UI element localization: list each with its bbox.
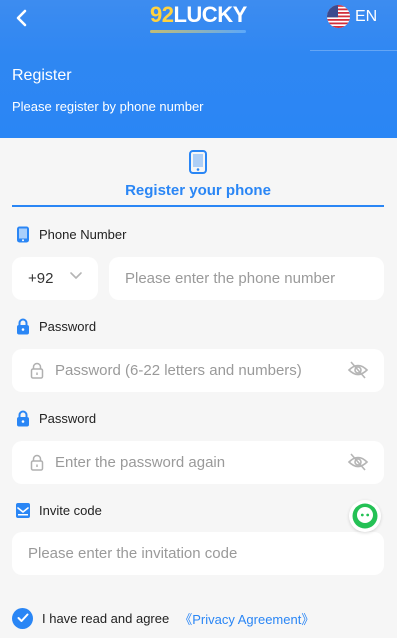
invite-code-input[interactable]: Please enter the invitation code <box>12 532 384 575</box>
phone-number-placeholder: Please enter the phone number <box>125 270 336 287</box>
chevron-down-icon <box>70 272 82 279</box>
confirm-password-placeholder: Enter the password again <box>55 454 226 471</box>
chat-button[interactable] <box>349 500 381 532</box>
logo-underline <box>150 30 246 33</box>
phone-number-label-text: Phone Number <box>39 227 127 242</box>
country-code-value: +92 <box>28 270 54 287</box>
privacy-agreement-link[interactable]: 《Privacy Agreement》 <box>179 609 314 628</box>
confirm-password-label: Password <box>14 410 96 427</box>
back-button[interactable] <box>8 4 36 32</box>
language-selector[interactable]: EN <box>327 5 377 28</box>
logo: 92 LUCKY <box>150 2 247 28</box>
invite-code-label-text: Invite code <box>39 503 102 518</box>
tab-label: Register your phone <box>125 182 271 199</box>
invite-code-placeholder: Please enter the invitation code <box>28 545 238 562</box>
password-label-text: Password <box>39 319 97 334</box>
password-input[interactable]: Password (6-22 letters and numbers) <box>12 349 384 392</box>
eye-off-icon[interactable] <box>347 360 369 380</box>
lock-icon <box>30 454 44 471</box>
invite-icon <box>14 502 31 519</box>
language-label: EN <box>355 7 378 25</box>
page-title: Register <box>12 67 72 84</box>
password-placeholder: Password (6-22 letters and numbers) <box>55 362 302 379</box>
phone-number-label: Phone Number <box>14 226 126 243</box>
invite-code-label: Invite code <box>14 502 102 519</box>
check-icon <box>17 613 28 622</box>
password-label: Password <box>14 318 96 335</box>
confirm-password-input[interactable]: Enter the password again <box>12 441 384 484</box>
top-bar: 92 LUCKY EN <box>0 0 397 52</box>
lock-icon <box>30 362 44 379</box>
phone-icon <box>189 150 207 174</box>
chat-icon <box>352 503 378 529</box>
eye-off-icon[interactable] <box>347 452 369 472</box>
agree-checkbox[interactable] <box>12 607 33 629</box>
agreement-text: I have read and agree <box>42 610 170 626</box>
page-subtitle: Please register by phone number <box>12 99 204 114</box>
chevron-left-icon <box>16 9 27 27</box>
tab-underline <box>12 205 384 207</box>
us-flag-icon <box>327 5 350 28</box>
phone-icon <box>14 226 31 243</box>
lock-icon <box>14 318 31 335</box>
divider <box>310 50 397 51</box>
confirm-password-label-text: Password <box>39 411 97 426</box>
header: 92 LUCKY EN Register Please register by … <box>0 0 397 138</box>
tab-register-phone[interactable]: Register your phone <box>12 145 384 207</box>
phone-number-input[interactable]: Please enter the phone number <box>109 257 384 300</box>
logo-word: LUCKY <box>173 2 247 27</box>
country-code-select[interactable]: +92 <box>12 257 98 300</box>
logo-number: 92 <box>150 2 174 27</box>
lock-icon <box>14 410 31 427</box>
agreement-row: I have read and agree 《Privacy Agreement… <box>12 607 314 629</box>
